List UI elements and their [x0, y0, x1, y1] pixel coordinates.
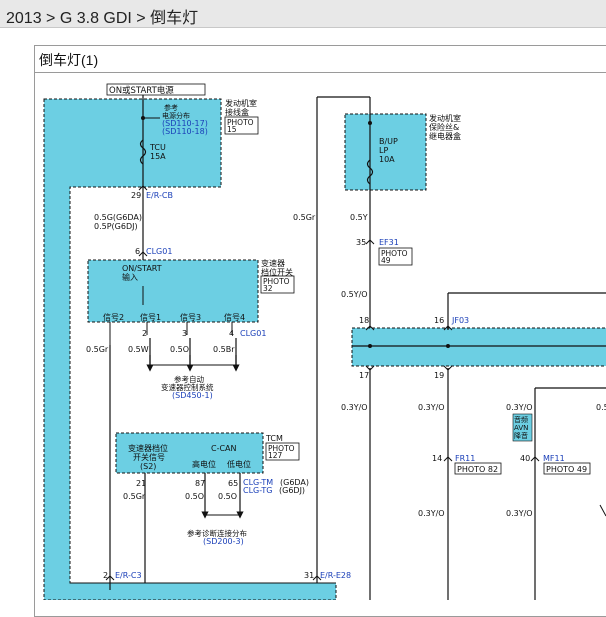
conn-31-pin: 31 — [304, 571, 314, 580]
wire-junction-dot — [368, 344, 372, 348]
ef31-code[interactable]: EF31 — [379, 238, 399, 247]
wire-05o: 0.5O — [170, 345, 189, 354]
conn-29-code[interactable]: E/R-CB — [146, 191, 173, 200]
power-label: ON或START电源 — [109, 85, 174, 96]
wire-03yo-1: 0.3Y/O — [341, 403, 368, 412]
signal-2-label: 信号2 — [103, 312, 124, 322]
ref-link-sd200-3[interactable]: (SD200-3) — [203, 537, 244, 546]
wire-junction-dot — [446, 344, 450, 348]
engine-box-label-2: 接线盒 — [225, 107, 249, 117]
wire-03yo-4: 0.3Y/O — [418, 509, 445, 518]
wire-05br: 0.5Br — [213, 345, 235, 354]
ef31-pin: 35 — [356, 238, 366, 247]
mf11-pin: 40 — [520, 454, 530, 463]
bup-fuse-rating: 10A — [379, 155, 395, 164]
trans-label-1: 变速器 — [261, 258, 285, 268]
photo-49b-label: PHOTO 49 — [546, 465, 587, 474]
signal-4-label: 信号4 — [224, 312, 245, 322]
wire-segment — [599, 504, 606, 517]
jf03-pin-17: 17 — [359, 371, 369, 380]
clg-pin-2: 2 — [142, 329, 147, 338]
tcm-pin-87: 87 — [195, 479, 205, 488]
avn-label-3: 降音 — [514, 431, 528, 440]
conn-2-pin: 2 — [103, 571, 108, 580]
tcm-signal-3: (S2) — [140, 462, 156, 471]
bup-box-label-3: 继电器盒 — [429, 131, 461, 141]
jf03-junction-block — [351, 327, 606, 367]
tcu-fuse-rating: 15A — [150, 152, 166, 161]
photo-127-number: 127 — [268, 451, 283, 460]
fr11-pin: 14 — [432, 454, 442, 463]
signal-1-label: 信号1 — [140, 312, 161, 322]
photo-49a-number: 49 — [381, 256, 391, 265]
trans-label-2: 档位开关 — [261, 267, 293, 277]
jf03-pin-18: 18 — [359, 316, 369, 325]
trans-switch-onstart: ON/START — [122, 264, 162, 273]
ref-link-sd450-1[interactable]: (SD450-1) — [172, 391, 213, 400]
wire-05o-tcm-2: 0.5O — [218, 492, 237, 501]
tcm-signal-1: 变速器档位 — [128, 443, 168, 453]
tcm-signal-2: 开关信号 — [133, 452, 165, 462]
bup-fuse-label-1: B/UP — [379, 137, 398, 146]
wiring-diagram: ON或START电源 TCU 15A 参考 电源分布 (SD110-17) (S… — [43, 83, 606, 600]
engine-box-label-1: 发动机室 — [225, 98, 257, 108]
bup-box-label-1: 发动机室 — [429, 113, 461, 123]
wire-05gr-left: 0.5Gr — [86, 345, 109, 354]
wire-05y: 0.5Y — [350, 213, 368, 222]
engine-ref-title: 参考 — [164, 103, 178, 112]
wire-05gr-upper: 0.5Gr — [293, 213, 316, 222]
conn-6-code[interactable]: CLG01 — [146, 247, 172, 256]
conn-6-pin: 6 — [135, 247, 140, 256]
jf03-pin-19: 19 — [434, 371, 444, 380]
avn-label-2: AVN — [514, 424, 528, 432]
tcm-ccan: C-CAN — [211, 444, 237, 453]
wire-junction-dot — [368, 121, 372, 125]
photo-32-number: 32 — [263, 284, 273, 293]
mf11-code[interactable]: MF11 — [543, 454, 565, 463]
bup-fuse-label-2: LP — [379, 146, 388, 155]
jf03-pin-16: 16 — [434, 316, 444, 325]
photo-15-number: 15 — [227, 125, 237, 134]
wire-05yo: 0.5Y/O — [341, 290, 368, 299]
conn-29-pin: 29 — [131, 191, 141, 200]
tcu-fuse-label: TCU — [149, 143, 166, 152]
wire-05-right: 0.5 — [596, 403, 606, 412]
jf03-code[interactable]: JF03 — [451, 316, 469, 325]
clg-pin-3: 3 — [182, 329, 187, 338]
clg-tg-code[interactable]: CLG-TG — [243, 486, 272, 495]
conn-31-code[interactable]: E/R-E28 — [320, 571, 351, 580]
wire-05gr-tcm: 0.5Gr — [123, 492, 146, 501]
tcm-lo: 低电位 — [227, 459, 251, 469]
wire-03yo-2: 0.3Y/O — [418, 403, 445, 412]
clg01-code[interactable]: CLG01 — [240, 329, 266, 338]
photo-82-label: PHOTO 82 — [457, 465, 498, 474]
clg-pin-4: 4 — [229, 329, 234, 338]
wire-05o-tcm-1: 0.5O — [185, 492, 204, 501]
tcm-hi: 高电位 — [192, 459, 216, 469]
signal-3-label: 信号3 — [180, 312, 201, 322]
bup-box-label-2: 保险丝& — [429, 122, 459, 132]
trans-switch-input: 输入 — [122, 272, 138, 282]
wire-03yo-3: 0.3Y/O — [506, 403, 533, 412]
avn-label-1: 音频 — [514, 415, 528, 424]
fr11-code[interactable]: FR11 — [455, 454, 475, 463]
ref-link-sd110-18[interactable]: (SD110-18) — [162, 127, 208, 136]
wire-03yo-5: 0.3Y/O — [506, 509, 533, 518]
tcm-label: TCM — [265, 434, 283, 443]
wire-g6dj-label: 0.5P(G6DJ) — [94, 222, 138, 231]
clg-tg-suffix: (G6DJ) — [279, 486, 305, 495]
conn-2-code[interactable]: E/R-C3 — [115, 571, 142, 580]
wire-g6da-label: 0.5G(G6DA) — [94, 213, 142, 222]
tcm-pin-65: 65 — [228, 479, 238, 488]
wire-05w: 0.5W — [128, 345, 149, 354]
